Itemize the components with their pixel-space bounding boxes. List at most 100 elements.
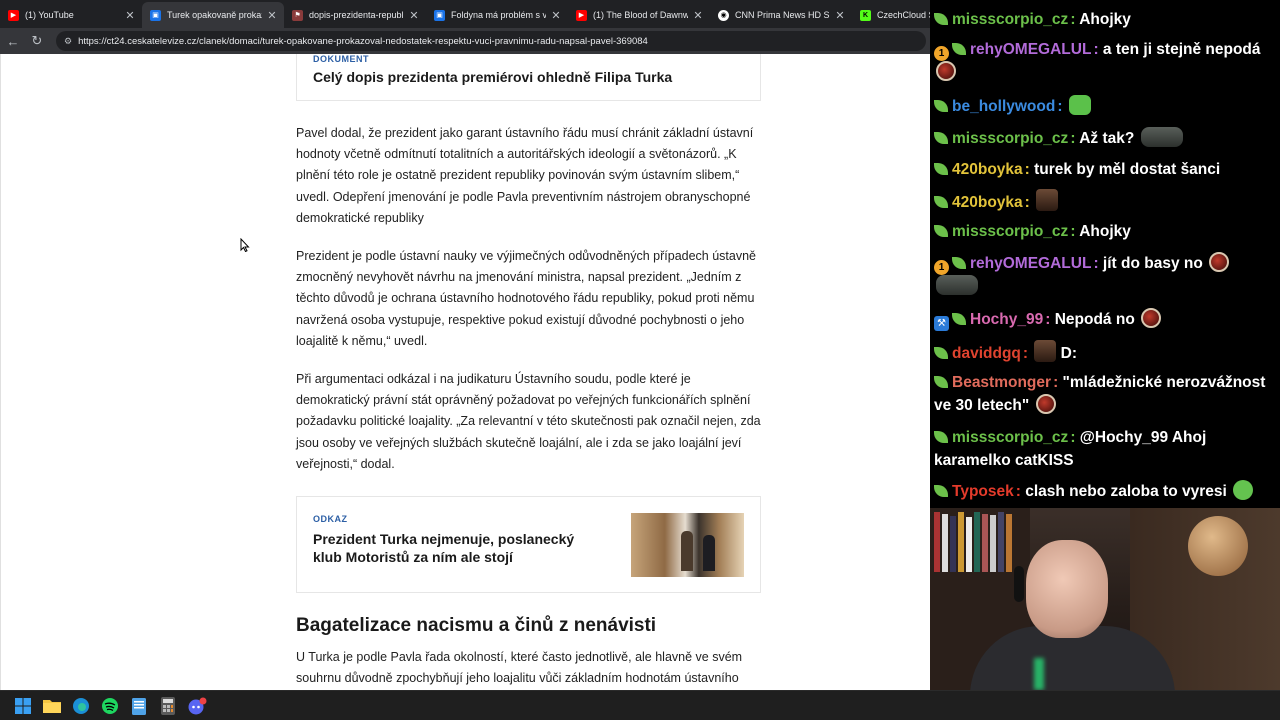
emote-circle-icon	[1141, 308, 1162, 328]
notepad-icon[interactable]	[124, 692, 153, 720]
tab-pdf-letter[interactable]: ⚑ dopis-prezidenta-republiky-p ✕	[284, 2, 426, 28]
chat-text: clash nebo zaloba to vyresi	[1025, 483, 1227, 500]
close-icon[interactable]: ✕	[408, 9, 420, 22]
site-info-icon[interactable]: ⚙	[64, 36, 72, 47]
tab-title: (1) YouTube	[25, 10, 74, 20]
chat-message: missscorpio_cz: Ahojky	[934, 220, 1278, 243]
card-title[interactable]: Celý dopis prezidenta premiérovi ohledně…	[313, 68, 744, 86]
article-paragraph: Při argumentaci odkázal i na judikaturu …	[296, 372, 761, 471]
emote-person-icon	[1034, 340, 1057, 362]
emote-circle-icon	[936, 61, 956, 81]
chat-username[interactable]: missscorpio_cz	[952, 223, 1068, 240]
globe-decoration	[1188, 516, 1248, 576]
chat-username[interactable]: missscorpio_cz	[952, 429, 1068, 446]
tab-foldyna[interactable]: ▣ Foldyna má problém s vyslov ✕	[426, 2, 568, 28]
discord-icon[interactable]	[182, 692, 211, 720]
headset-icon	[1014, 566, 1024, 602]
leaf-badge-icon	[934, 485, 948, 497]
windows-start-icon[interactable]	[8, 692, 37, 720]
article-paragraph: U Turka je podle Pavla řada okolností, k…	[296, 650, 743, 686]
article-page: DOKUMENT Celý dopis prezidenta premiérov…	[0, 54, 930, 690]
chat-username[interactable]: Hochy_99	[970, 311, 1043, 328]
chat-text: Až tak?	[1079, 130, 1135, 147]
leaf-badge-icon	[934, 431, 948, 443]
tab-ct24-article[interactable]: ▣ Turek opakovaně prokazoval ✕	[142, 2, 284, 28]
chat-message: ⚒ Hochy_99: Nepodá no	[934, 308, 1278, 331]
close-icon[interactable]: ✕	[692, 9, 704, 22]
chat-message: Typosek: clash nebo zaloba to vyresi	[934, 480, 1278, 503]
edge-browser-icon[interactable]	[66, 692, 95, 720]
back-arrow-icon[interactable]: ←	[2, 30, 24, 52]
chat-username[interactable]: missscorpio_cz	[952, 11, 1068, 28]
tab-title: Turek opakovaně prokazoval	[167, 10, 262, 20]
chat-username[interactable]: daviddgq	[952, 345, 1021, 362]
chat-text: D:	[1060, 345, 1078, 362]
chat-message: 420boyka: turek by měl dostat šanci	[934, 158, 1278, 181]
related-link-card[interactable]: ODKAZ Prezident Turka nejmenuje, poslane…	[296, 496, 761, 593]
section-heading: Bagatelizace nacismu a činů z nenávisti	[296, 615, 657, 636]
subscriber-badge-icon: 1	[934, 260, 949, 275]
webcam-feed	[930, 508, 1280, 690]
kick-icon: K	[860, 9, 871, 21]
tab-title: CzechCloud Stre	[877, 10, 930, 20]
leaf-badge-icon	[934, 347, 948, 359]
emote-kiss-icon	[1233, 480, 1254, 500]
tab-czechcloud[interactable]: K CzechCloud Stre	[852, 2, 930, 28]
tab-title: CNN Prima News HD Sledujte	[735, 10, 830, 20]
chat-username[interactable]: Typosek	[952, 483, 1014, 500]
article-thumbnail[interactable]	[631, 513, 744, 577]
subscriber-badge-icon: 1	[934, 46, 949, 61]
article-paragraph: Pavel dodal, že prezident jako garant ús…	[296, 126, 754, 225]
close-icon[interactable]: ✕	[124, 9, 136, 22]
chat-username[interactable]: 420boyka	[952, 194, 1023, 211]
chat-text: jít do basy no	[1102, 255, 1203, 272]
document-card[interactable]: DOKUMENT Celý dopis prezidenta premiérov…	[296, 54, 761, 101]
emote-circle-icon	[1035, 394, 1056, 414]
chat-username[interactable]: Beastmonger	[952, 374, 1051, 391]
youtube-icon: ▶	[576, 9, 587, 21]
chat-username[interactable]: 420boyka	[952, 161, 1023, 178]
leaf-badge-icon	[934, 100, 948, 112]
reload-icon[interactable]: ↻	[26, 30, 48, 52]
leaf-badge-icon	[952, 257, 966, 269]
tab-title: dopis-prezidenta-republiky-p	[309, 10, 404, 20]
chat-message: 1 rehyOMEGALUL: jít do basy no	[934, 252, 1278, 298]
leaf-badge-icon	[934, 163, 948, 175]
pdf-icon: ⚑	[292, 9, 303, 21]
tab-youtube-dawnwalker[interactable]: ▶ (1) The Blood of Dawnwalker ✕	[568, 2, 710, 28]
emote-circle-icon	[1209, 252, 1230, 272]
chat-message: missscorpio_cz: @Hochy_99 Ahoj karamelko…	[934, 429, 1207, 469]
close-icon[interactable]: ✕	[550, 9, 562, 22]
emote-wide-icon	[936, 275, 978, 295]
chat-username[interactable]: be_hollywood	[952, 98, 1055, 115]
windows-taskbar	[0, 690, 1280, 720]
streamer-head	[1026, 540, 1108, 638]
chat-username[interactable]: rehyOMEGALUL	[970, 41, 1091, 58]
calculator-icon[interactable]	[153, 692, 182, 720]
spotify-icon[interactable]	[95, 692, 124, 720]
chat-username[interactable]: missscorpio_cz	[952, 130, 1068, 147]
chat-message: daviddgq: D:	[934, 340, 1278, 365]
rgb-light	[1034, 658, 1044, 690]
close-icon[interactable]: ✕	[834, 9, 846, 22]
leaf-badge-icon	[934, 13, 948, 25]
emote-person-icon	[1036, 189, 1059, 211]
chat-username[interactable]: rehyOMEGALUL	[970, 255, 1091, 272]
emote-wide-icon	[1140, 127, 1183, 147]
leaf-badge-icon	[952, 43, 966, 55]
close-icon[interactable]: ✕	[266, 9, 278, 22]
tab-strip: ▶ (1) YouTube ✕ ▣ Turek opakovaně prokaz…	[0, 0, 930, 28]
card-label: DOKUMENT	[313, 54, 369, 64]
file-explorer-icon[interactable]	[37, 692, 66, 720]
cnn-icon: ◉	[718, 9, 729, 21]
leaf-badge-icon	[934, 132, 948, 144]
card-title[interactable]: Prezident Turka nejmenuje, poslanecký kl…	[313, 530, 603, 566]
tab-title: (1) The Blood of Dawnwalker	[593, 10, 688, 20]
url-input[interactable]: ⚙ https://ct24.ceskatelevize.cz/clanek/d…	[56, 31, 926, 51]
tab-youtube[interactable]: ▶ (1) YouTube ✕	[0, 2, 142, 28]
chat-message: be_hollywood:	[934, 95, 1278, 118]
ct24-icon: ▣	[434, 9, 445, 21]
tab-cnn-prima[interactable]: ◉ CNN Prima News HD Sledujte ✕	[710, 2, 852, 28]
chat-message: Beastmonger: "mládežnické nerozvážnost v…	[934, 374, 1266, 414]
address-bar: ← ↻ ⚙ https://ct24.ceskatelevize.cz/clan…	[0, 28, 930, 54]
